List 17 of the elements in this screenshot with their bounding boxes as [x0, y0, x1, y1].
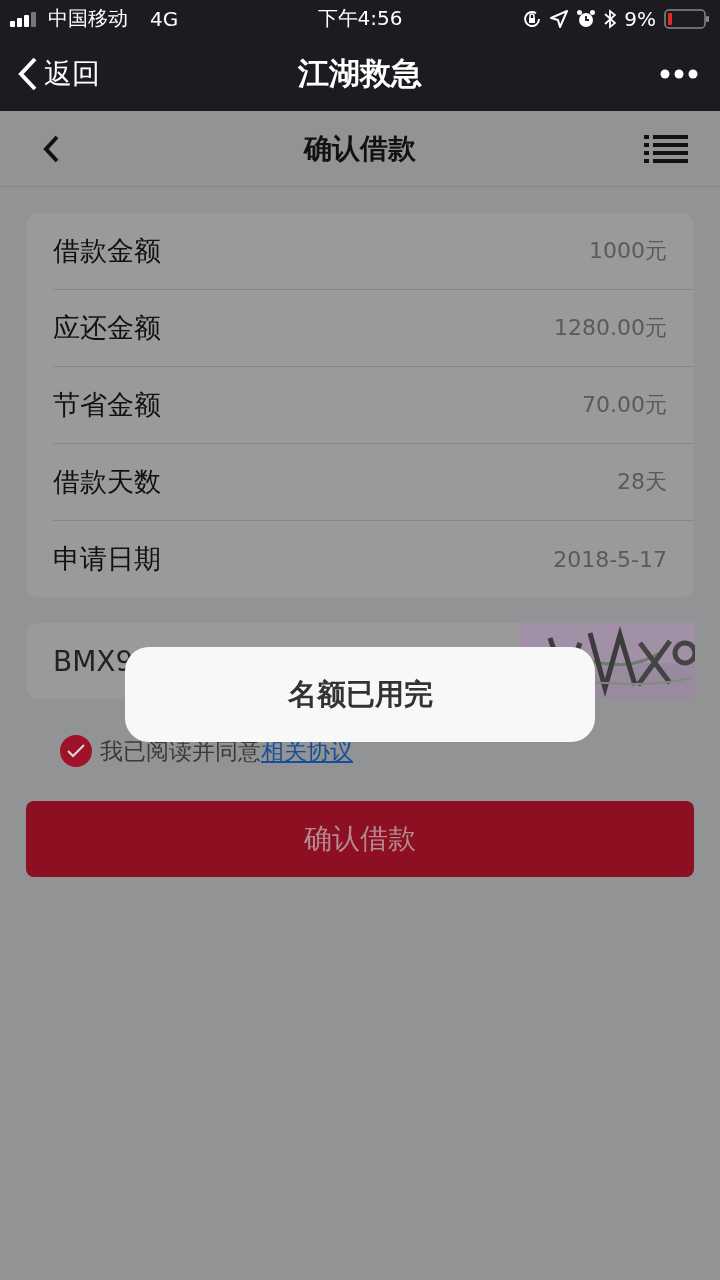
page-title: 确认借款 — [304, 130, 416, 167]
battery-percent: 9% — [624, 6, 656, 31]
detail-value: 28天 — [617, 468, 667, 496]
detail-value: 1280.00元 — [554, 314, 667, 342]
status-time: 下午4:56 — [317, 5, 403, 32]
app-title: 江湖救急 — [298, 54, 422, 93]
network-type: 4G — [150, 6, 179, 31]
detail-label: 借款金额 — [53, 234, 161, 268]
carrier-name: 中国移动 — [48, 5, 128, 32]
detail-value: 2018-5-17 — [553, 546, 667, 572]
detail-value: 70.00元 — [582, 391, 667, 419]
detail-label: 借款天数 — [53, 465, 161, 499]
detail-label: 应还金额 — [53, 311, 161, 345]
toast-message: 名额已用完 — [287, 675, 433, 713]
detail-label: 节省金额 — [53, 388, 161, 422]
detail-label: 申请日期 — [53, 542, 161, 576]
detail-value: 1000元 — [589, 237, 667, 265]
